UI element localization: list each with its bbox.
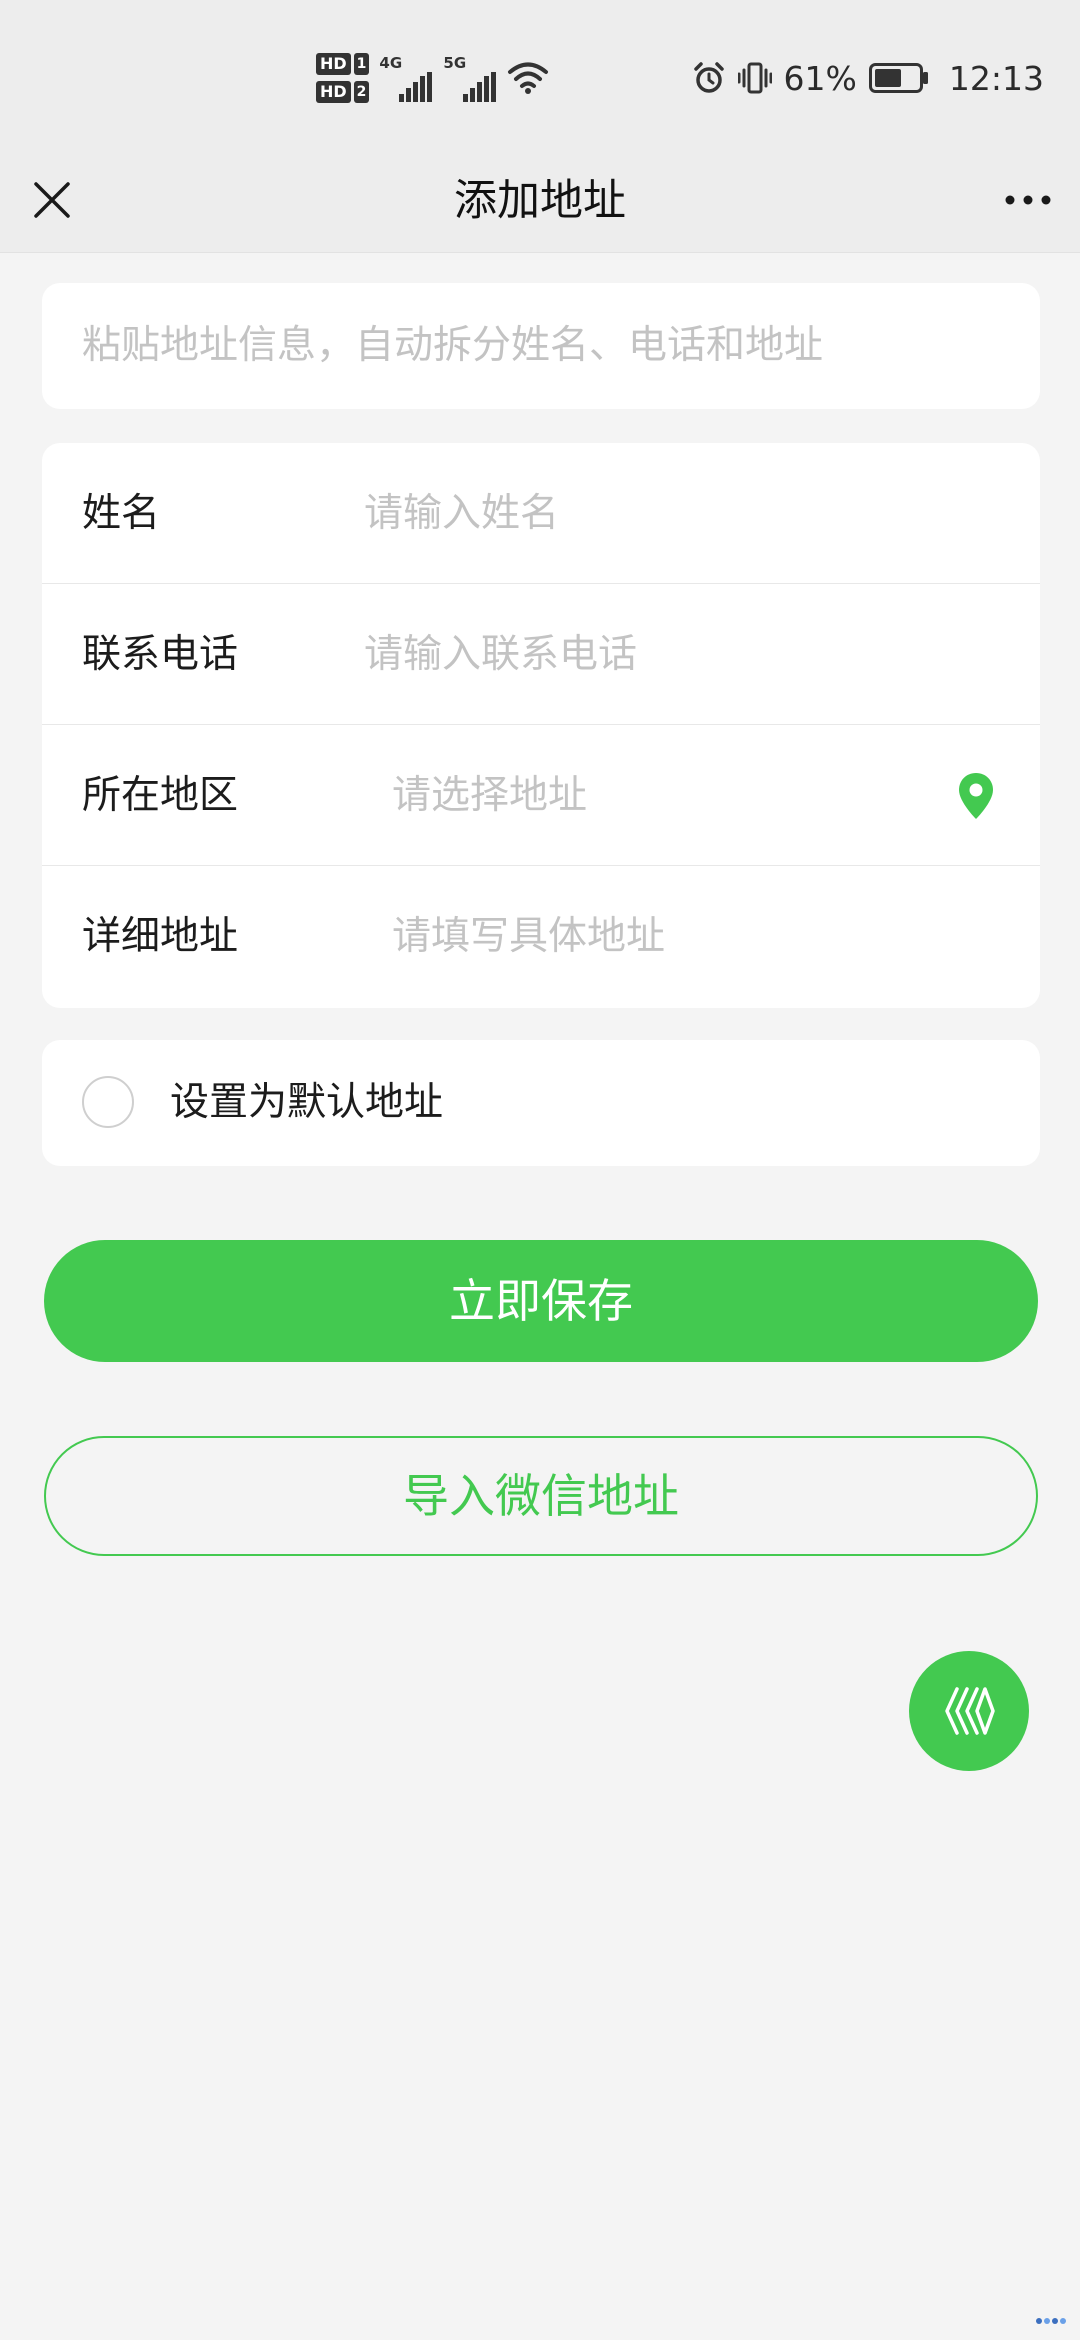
detail-address-row[interactable]: 详细地址 请填写具体地址 [42, 866, 1040, 1007]
signal-sim1: 4G [379, 54, 433, 102]
wifi-icon [508, 62, 549, 94]
nav-bar: 添加地址 [0, 150, 1080, 253]
detail-address-input[interactable]: 请填写具体地址 [392, 866, 665, 1007]
region-select[interactable]: 请选择地址 [392, 725, 587, 866]
paste-address-placeholder: 粘贴地址信息，自动拆分姓名、电话和地址 [82, 323, 824, 368]
hd-badge-1: HD 1 [316, 53, 370, 75]
battery-percent: 61% [783, 58, 857, 98]
region-label: 所在地区 [82, 773, 239, 818]
location-pin-icon[interactable] [956, 771, 996, 821]
address-form: 姓名 请输入姓名 联系电话 请输入联系电话 所在地区 请选择地址 详细地址 请填… [42, 443, 1040, 1008]
default-address-row[interactable]: 设置为默认地址 [42, 1040, 1040, 1166]
save-button[interactable]: 立即保存 [44, 1240, 1038, 1362]
signal-sim2: 5G [443, 54, 497, 102]
vibrate-icon [737, 62, 772, 94]
alarm-icon [693, 62, 724, 93]
default-address-label: 设置为默认地址 [170, 1080, 444, 1125]
phone-input[interactable]: 请输入联系电话 [364, 584, 637, 725]
status-bar-left: HD 1 HD 2 4G 5G [316, 48, 549, 108]
phone-label: 联系电话 [82, 632, 239, 677]
hd-badge-2-text: HD [316, 81, 351, 103]
paste-address-field[interactable]: 粘贴地址信息，自动拆分姓名、电话和地址 [42, 283, 1040, 409]
name-input[interactable]: 请输入姓名 [364, 443, 559, 584]
battery-icon [868, 63, 928, 93]
signal-sim1-label: 4G [379, 54, 403, 72]
detail-address-label: 详细地址 [82, 914, 239, 959]
signal-icon [399, 72, 433, 102]
region-row[interactable]: 所在地区 请选择地址 [42, 725, 1040, 866]
floating-action-button[interactable] [909, 1651, 1029, 1771]
signal-sim2-label: 5G [443, 54, 467, 72]
status-bar-right: 61% 12:13 [692, 50, 1044, 106]
hd-badges: HD 1 HD 2 [316, 53, 370, 103]
watermark-icon [1036, 2318, 1066, 2324]
name-label: 姓名 [82, 491, 161, 536]
phone-row[interactable]: 联系电话 请输入联系电话 [42, 584, 1040, 725]
status-bar: HD 1 HD 2 4G 5G 61% 12:13 [0, 0, 1080, 150]
hd-badge-2: HD 2 [316, 81, 370, 103]
clock: 12:13 [948, 58, 1044, 98]
hd-badge-1-text: HD [316, 53, 351, 75]
hd-badge-1-num: 1 [353, 53, 370, 75]
default-address-checkbox[interactable] [82, 1076, 134, 1128]
floating-action-icon [945, 1687, 995, 1735]
more-button[interactable] [996, 168, 1060, 232]
import-wechat-address-button[interactable]: 导入微信地址 [44, 1436, 1038, 1556]
hd-badge-2-num: 2 [353, 81, 370, 103]
signal-icon [463, 72, 497, 102]
name-row[interactable]: 姓名 请输入姓名 [42, 443, 1040, 584]
page-title: 添加地址 [454, 176, 626, 226]
more-icon [1005, 195, 1051, 205]
